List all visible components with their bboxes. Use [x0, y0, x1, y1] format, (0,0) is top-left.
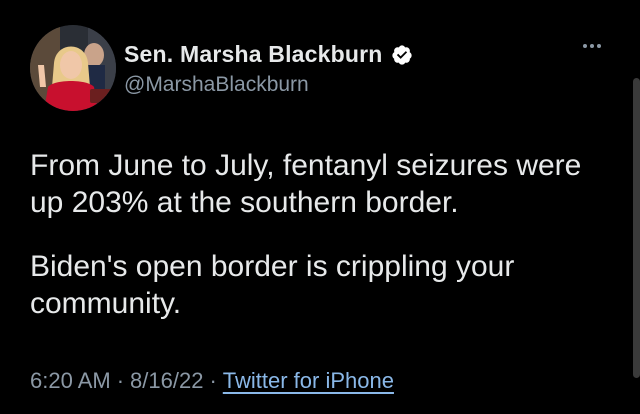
author-name-row: Sen. Marsha Blackburn [124, 41, 413, 68]
tweet-source-link[interactable]: Twitter for iPhone [223, 368, 394, 393]
tweet-time[interactable]: 6:20 AM [30, 368, 111, 393]
more-dot [583, 44, 587, 48]
more-dot [597, 44, 601, 48]
scrollbar[interactable] [633, 78, 640, 378]
author-handle[interactable]: @MarshaBlackburn [124, 73, 309, 97]
profile-photo-icon [30, 25, 116, 111]
tweet: Sen. Marsha Blackburn @MarshaBlackburn F… [0, 0, 640, 414]
tweet-text-paragraph: From June to July, fentanyl seizures wer… [30, 149, 582, 219]
meta-separator: · [209, 368, 217, 393]
meta-separator: · [116, 368, 125, 393]
more-horizontal-icon[interactable] [583, 44, 601, 48]
avatar[interactable] [30, 25, 116, 111]
tweet-text-paragraph: Biden's open border is crippling your co… [30, 250, 515, 320]
more-dot [590, 44, 594, 48]
author-display-name[interactable]: Sen. Marsha Blackburn [124, 41, 383, 68]
tweet-date[interactable]: 8/16/22 [130, 368, 203, 393]
verified-badge-icon [391, 44, 412, 65]
tweet-metadata: 6:20 AM · 8/16/22 · Twitter for iPhone [30, 368, 394, 394]
